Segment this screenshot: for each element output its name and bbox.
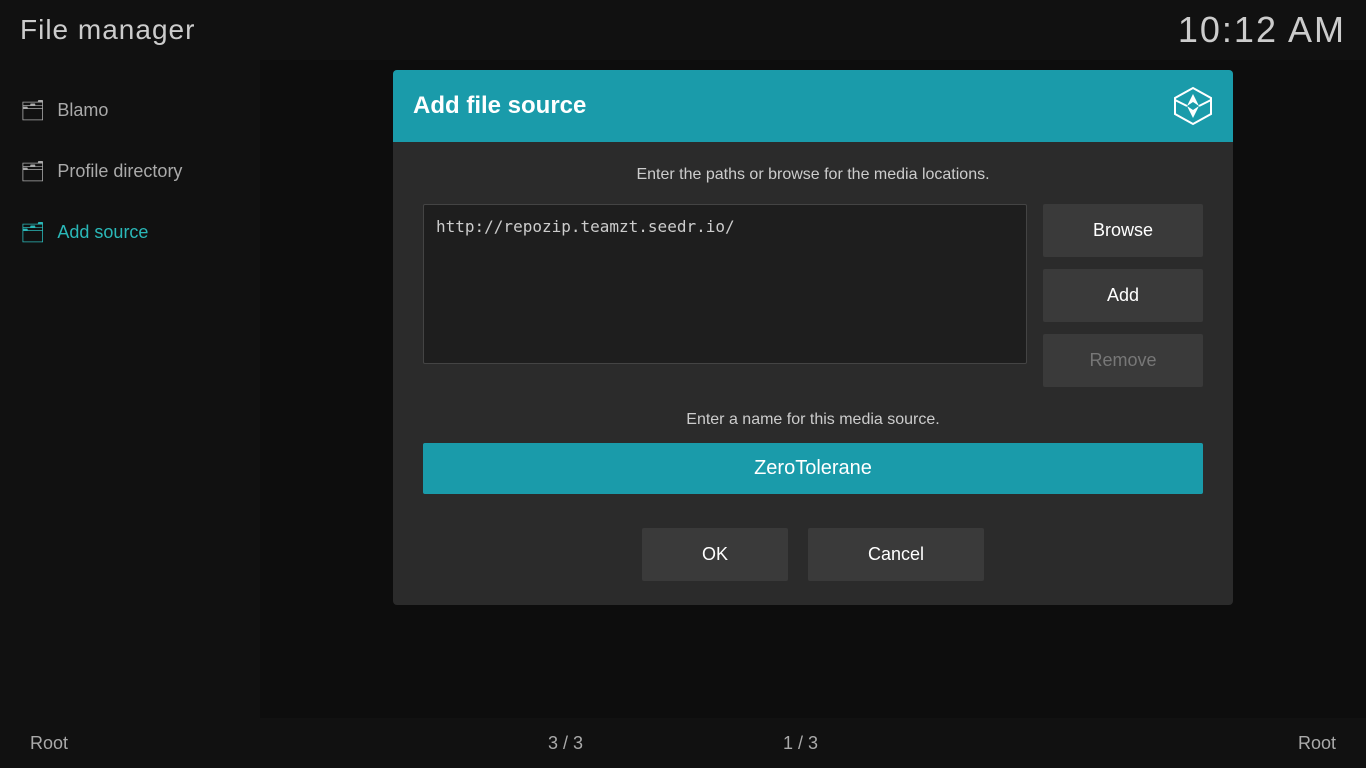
top-bar: File manager 10:12 AM [0, 0, 1366, 60]
main-content: 🗂 Blamo 🗂 Profile directory 🗂 Add source… [0, 60, 1366, 718]
bottom-pagination-left: 3 / 3 [548, 733, 583, 754]
bottom-right-label: Root [1298, 733, 1336, 754]
bottom-left-label: Root [30, 733, 68, 754]
cancel-button[interactable]: Cancel [808, 528, 984, 581]
bottom-pagination-right: 1 / 3 [783, 733, 818, 754]
bottom-bar: Root 3 / 3 1 / 3 Root [0, 718, 1366, 768]
sidebar-item-blamo[interactable]: 🗂 Blamo [0, 80, 260, 141]
sidebar: 🗂 Blamo 🗂 Profile directory 🗂 Add source [0, 60, 260, 718]
remove-button[interactable]: Remove [1043, 334, 1203, 387]
dialog-subtitle: Enter the paths or browse for the media … [423, 166, 1203, 184]
name-label: Enter a name for this media source. [423, 411, 1203, 429]
center-area: Add file source Enter the paths or brows… [260, 60, 1366, 718]
app-title: File manager [20, 14, 195, 46]
sidebar-item-label-add-source: Add source [57, 222, 148, 243]
name-input[interactable] [423, 443, 1203, 494]
bottom-center: 3 / 3 1 / 3 [548, 733, 818, 754]
dialog-body: Enter the paths or browse for the media … [393, 142, 1233, 605]
sidebar-item-label-profile: Profile directory [57, 161, 182, 182]
action-buttons: Browse Add Remove [1043, 204, 1203, 387]
dialog-footer: OK Cancel [423, 528, 1203, 581]
ok-button[interactable]: OK [642, 528, 788, 581]
folder-icon-add-source: 🗂 [20, 220, 45, 245]
dialog-title: Add file source [413, 92, 586, 120]
kodi-logo-icon [1173, 86, 1213, 126]
folder-icon-profile: 🗂 [20, 159, 45, 184]
input-row: http://repozip.teamzt.seedr.io/ Browse A… [423, 204, 1203, 387]
dialog-backdrop: Add file source Enter the paths or brows… [260, 60, 1366, 718]
add-button[interactable]: Add [1043, 269, 1203, 322]
folder-icon: 🗂 [20, 98, 45, 123]
dialog-header: Add file source [393, 70, 1233, 142]
clock: 10:12 AM [1178, 9, 1346, 51]
url-textarea[interactable]: http://repozip.teamzt.seedr.io/ [423, 204, 1027, 364]
sidebar-item-add-source[interactable]: 🗂 Add source [0, 202, 260, 263]
browse-button[interactable]: Browse [1043, 204, 1203, 257]
sidebar-item-label-blamo: Blamo [57, 100, 108, 121]
dialog-add-file-source: Add file source Enter the paths or brows… [393, 70, 1233, 605]
sidebar-item-profile-directory[interactable]: 🗂 Profile directory [0, 141, 260, 202]
